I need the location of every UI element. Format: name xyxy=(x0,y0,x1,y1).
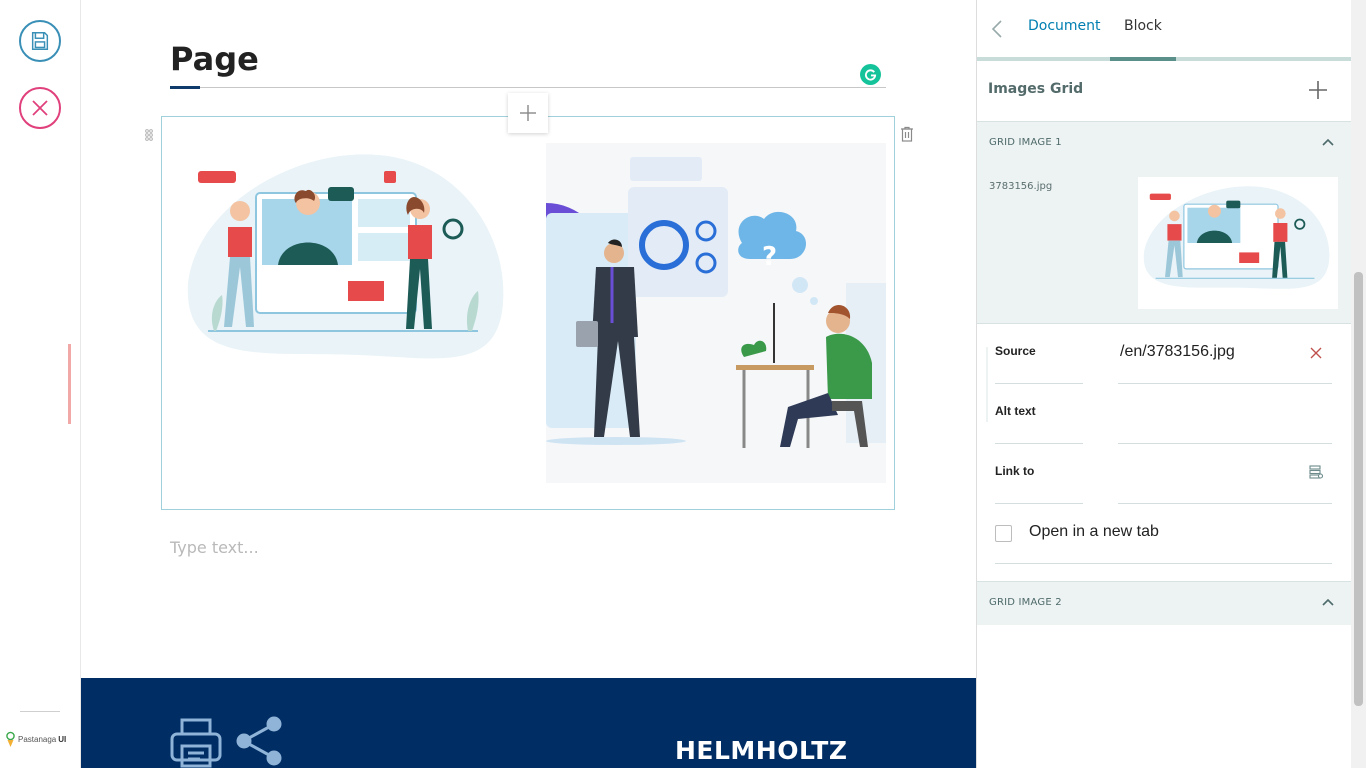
browse-icon[interactable] xyxy=(1309,465,1323,479)
new-tab-checkbox[interactable] xyxy=(995,525,1012,542)
pin-icon xyxy=(6,731,15,747)
source-label-line xyxy=(995,383,1083,384)
grid-image-1[interactable] xyxy=(178,143,518,483)
close-icon xyxy=(32,100,48,116)
sidebar: Document Block Images Grid GRID IMAGE 1 … xyxy=(976,0,1352,768)
tab-document[interactable]: Document xyxy=(1028,18,1101,34)
chevron-up-icon xyxy=(1322,598,1334,606)
new-tab-label[interactable]: Open in a new tab xyxy=(1029,523,1159,541)
editor-canvas: Page ? Type text... HELMHOLTZ xyxy=(81,0,976,768)
brand-prefix: Pastanaga xyxy=(18,735,57,744)
brand-suffix: UI xyxy=(58,735,67,744)
brand-logo: Pastanaga UI xyxy=(5,731,66,748)
svg-text:?: ? xyxy=(762,242,777,272)
add-block-button[interactable] xyxy=(508,93,548,133)
accordion-grid-image-1[interactable]: GRID IMAGE 1 xyxy=(977,121,1352,165)
field-accent xyxy=(986,347,988,422)
plus-icon xyxy=(520,105,536,121)
accordion-title: GRID IMAGE 1 xyxy=(989,137,1062,148)
source-input-line xyxy=(1118,383,1332,384)
grid-image-1-preview: 3783156.jpg xyxy=(977,165,1352,323)
section-title: Images Grid xyxy=(988,81,1084,97)
grammarly-icon[interactable] xyxy=(860,64,881,85)
image-file-name: 3783156.jpg xyxy=(989,181,1053,192)
accordion-grid-image-2[interactable]: GRID IMAGE 2 xyxy=(977,581,1352,625)
clear-icon[interactable] xyxy=(1310,347,1322,359)
sidebar-tabs: Document Block xyxy=(977,0,1352,61)
helmholtz-logo: HELMHOLTZ xyxy=(675,736,848,765)
link-input-line xyxy=(1118,503,1332,504)
title-underline xyxy=(170,87,886,88)
tab-block[interactable]: Block xyxy=(1124,18,1162,34)
toolbar-divider xyxy=(20,711,60,712)
editor-toolbar: Pastanaga UI xyxy=(0,0,81,768)
save-button[interactable] xyxy=(19,20,61,62)
cancel-button[interactable] xyxy=(19,87,61,129)
chevron-up-icon xyxy=(1322,138,1334,146)
source-label: Source xyxy=(995,344,1036,358)
chevron-left-icon[interactable] xyxy=(990,18,1004,40)
checkbox-line xyxy=(995,563,1332,564)
scrollbar-thumb[interactable] xyxy=(1354,272,1363,706)
drag-handle-icon[interactable] xyxy=(144,127,154,146)
link-label-line xyxy=(995,503,1083,504)
site-footer: HELMHOLTZ xyxy=(81,678,976,768)
source-input[interactable]: /en/3783156.jpg xyxy=(1120,343,1235,361)
page-scrollbar[interactable] xyxy=(1351,0,1366,768)
print-icon[interactable] xyxy=(170,716,222,768)
save-icon xyxy=(31,32,49,50)
alt-input-line xyxy=(1118,443,1332,444)
alt-label-line xyxy=(995,443,1083,444)
image-thumbnail xyxy=(1138,177,1338,309)
grid-image-2[interactable]: ? xyxy=(546,143,886,483)
alt-text-label: Alt text xyxy=(995,404,1036,418)
add-item-icon[interactable] xyxy=(1308,80,1328,100)
page-title[interactable]: Page xyxy=(170,40,259,78)
images-grid-header: Images Grid xyxy=(977,61,1352,122)
share-icon[interactable] xyxy=(236,716,282,766)
trash-icon[interactable] xyxy=(900,126,914,146)
text-placeholder[interactable]: Type text... xyxy=(170,538,259,557)
toolbar-indicator xyxy=(68,344,71,424)
title-underline-accent xyxy=(170,86,200,89)
link-to-label: Link to xyxy=(995,464,1035,478)
accordion-title: GRID IMAGE 2 xyxy=(989,597,1062,608)
grid-image-1-fields: Source /en/3783156.jpg Alt text Link to … xyxy=(977,323,1352,581)
